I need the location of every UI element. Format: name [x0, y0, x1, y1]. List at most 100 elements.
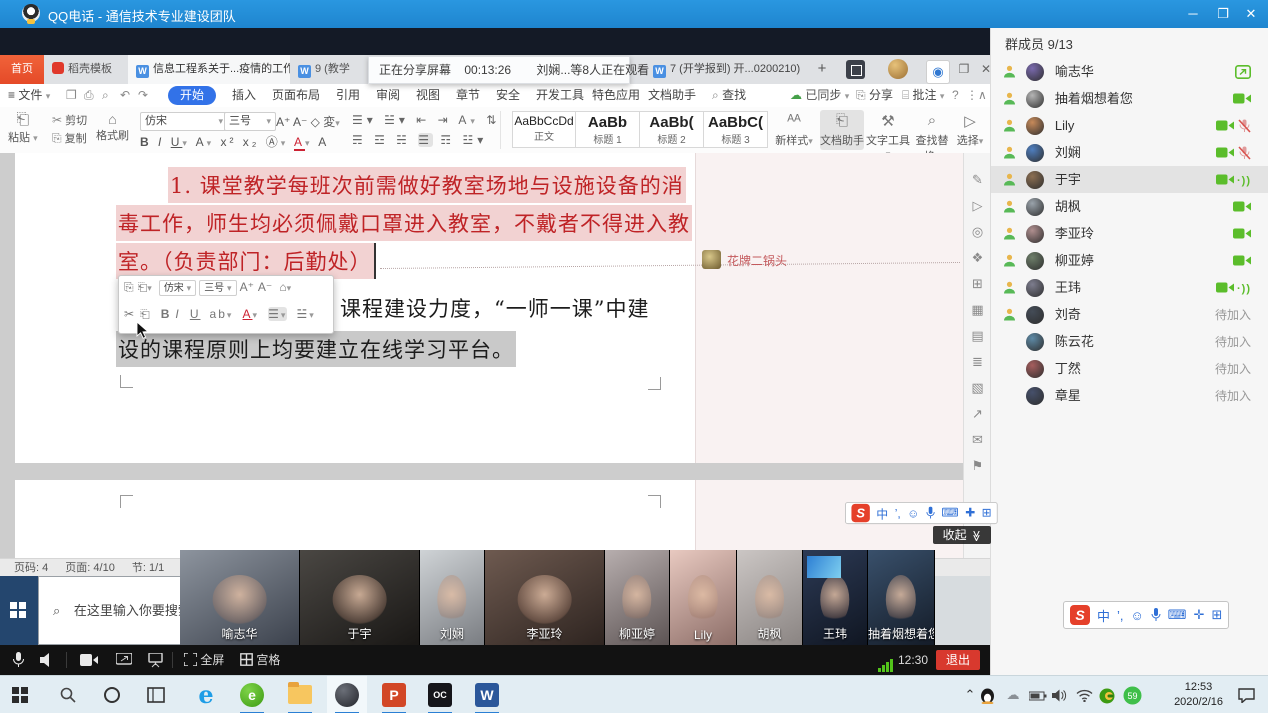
settings-sliders-icon[interactable]: ≣	[964, 349, 991, 375]
comment-author-name[interactable]: 花牌二锅头	[727, 252, 787, 269]
table-icon[interactable]: ⊞	[964, 271, 991, 297]
tab-page-layout[interactable]: 页面布局	[272, 84, 320, 107]
undo-icon[interactable]: ↶	[120, 84, 130, 107]
print-icon[interactable]: ⎙	[84, 84, 94, 107]
member-row[interactable]: 陈云花 待加入	[991, 328, 1268, 355]
font-style-icons[interactable]: B I U▾ A▾ x² x₂ Ⓐ▾ A▾ A	[140, 133, 329, 150]
member-row[interactable]: 章星 待加入	[991, 382, 1268, 409]
mail-icon[interactable]: ✉	[964, 427, 991, 453]
pen-icon[interactable]: ✎	[964, 167, 991, 193]
tab-view[interactable]: 视图	[416, 84, 440, 107]
restore-button[interactable]: ❐	[1208, 0, 1238, 28]
list-icon[interactable]: ☱▾	[296, 307, 315, 321]
member-row[interactable]: 李亚玲	[991, 220, 1268, 247]
video-thumbnail[interactable]: 李亚玲	[485, 550, 605, 645]
member-row[interactable]: Lily	[991, 112, 1268, 139]
qq-app-icon[interactable]	[327, 676, 367, 713]
tray-qq-icon[interactable]	[976, 676, 998, 713]
video-thumbnail[interactable]: 刘娴	[420, 550, 485, 645]
layers-icon[interactable]: ▧	[964, 375, 991, 401]
style-heading1[interactable]: AaBb标题 1	[576, 111, 640, 148]
font-name-select[interactable]: 仿宋 ▾	[140, 112, 228, 131]
tray-wifi-icon[interactable]	[1072, 676, 1096, 713]
video-thumbnail[interactable]: 喻志华	[180, 550, 300, 645]
style-normal[interactable]: AaBbCcDd正文	[512, 111, 576, 148]
start-button[interactable]	[0, 676, 40, 713]
file-menu[interactable]: ≡ 文件 ▾	[8, 84, 50, 107]
wps-restore-button[interactable]: ❐	[952, 55, 976, 84]
align-icon[interactable]: ☰▾	[268, 307, 287, 321]
tab-insert[interactable]: 插入	[232, 84, 256, 107]
tray-badge-59[interactable]: 59	[1120, 676, 1144, 713]
clipboard-icon[interactable]: ⎗	[140, 307, 152, 322]
tab-dev-tools[interactable]: 开发工具	[536, 84, 584, 107]
ime-skin-icon[interactable]: ✚	[965, 506, 975, 521]
tab-wps-home[interactable]: 首页	[0, 55, 44, 84]
format-painter-icon[interactable]: ⌂▾	[279, 280, 291, 294]
ime-keyboard-icon[interactable]: ⌨	[1168, 607, 1187, 623]
sogou-logo-icon[interactable]: S	[1070, 605, 1090, 625]
tab-section[interactable]: 章节	[456, 84, 480, 107]
collapse-button[interactable]: 收起 ≫	[933, 526, 991, 544]
ime-toolbox-icon[interactable]: ⊞	[982, 506, 992, 521]
notification-center-icon[interactable]	[1232, 676, 1260, 713]
tab-document-3[interactable]: W7 (开学报到) 开...0200210)	[645, 55, 800, 84]
collapse-ribbon-icon[interactable]: ∧	[978, 84, 987, 107]
shapes-icon[interactable]: ❖	[964, 245, 991, 271]
grow-font-icon[interactable]: A⁺	[240, 280, 254, 294]
tab-start[interactable]: 开始	[168, 86, 216, 105]
font-color-icon[interactable]: A▾	[243, 307, 260, 321]
format-painter-button[interactable]: ⌂格式刷	[96, 111, 129, 143]
ime-keyboard-icon[interactable]: ⌨	[941, 506, 958, 521]
member-row[interactable]: 胡枫	[991, 193, 1268, 220]
underline-icon[interactable]: U	[190, 307, 201, 321]
stamp-icon[interactable]: ◎	[964, 219, 991, 245]
tab-references[interactable]: 引用	[336, 84, 360, 107]
save-icon[interactable]: ❐	[66, 84, 77, 107]
style-heading2[interactable]: AaBb(标题 2	[640, 111, 704, 148]
location-pin-icon[interactable]: ◉	[926, 60, 950, 84]
member-row[interactable]: 丁然 待加入	[991, 355, 1268, 382]
taskbar-clock[interactable]: 12:53 2020/2/16	[1174, 680, 1223, 710]
list-indent-icons[interactable]: ☰▾ ☱▾ ⇤ ⇥ A▾ ⇅	[352, 113, 500, 127]
member-row[interactable]: 刘奇 待加入	[991, 301, 1268, 328]
taskbar-search-icon[interactable]	[48, 676, 88, 713]
find-replace-button[interactable]: ⌕查找替换▾	[912, 110, 952, 150]
tray-antivirus-icon[interactable]	[1096, 676, 1118, 713]
preview-icon[interactable]: ⌕	[102, 84, 109, 107]
ime-mode-icon[interactable]: 中	[1097, 606, 1110, 625]
font-grow-shrink-icons[interactable]: A⁺ A⁻ ◇ 変▾	[276, 113, 340, 130]
ime-punct-icon[interactable]: ’,	[895, 506, 901, 520]
cortana-icon[interactable]	[92, 676, 132, 713]
word-icon[interactable]: W	[467, 676, 507, 713]
tab-doc-assistant[interactable]: 文档助手	[648, 84, 696, 107]
copy-icon[interactable]: ⎘	[124, 280, 134, 295]
export-icon[interactable]: ↗	[964, 401, 991, 427]
tab-review[interactable]: 审阅	[376, 84, 400, 107]
file-explorer-icon[interactable]	[280, 676, 320, 713]
ime-toolbox-icon[interactable]: ⊞	[1211, 607, 1222, 623]
align-icons[interactable]: ☴ ☲ ☵ ☰ ☶ ☳▾	[352, 133, 487, 147]
italic-icon[interactable]: I	[175, 307, 180, 321]
video-thumbnail[interactable]: 于宇	[300, 550, 420, 645]
fullscreen-button[interactable]: 全屏	[184, 645, 224, 675]
tab-document-active[interactable]: W信息工程系关于...疫情的工作方案	[128, 55, 290, 84]
pointer-icon[interactable]: ▷	[964, 193, 991, 219]
style-heading3[interactable]: AaBbC(标题 3	[704, 111, 768, 148]
ime-emoji-icon[interactable]: ☺	[1131, 608, 1144, 623]
select-button[interactable]: ▷选择▾	[954, 110, 986, 150]
video-thumbnail[interactable]: 王玮	[803, 550, 868, 645]
window-manage-icon[interactable]	[846, 60, 865, 79]
ime-emoji-icon[interactable]: ☺	[907, 506, 919, 520]
member-row[interactable]: 抽着烟想着您	[991, 85, 1268, 112]
ime-mic-icon[interactable]	[926, 507, 935, 520]
highlight-icon[interactable]: ab▾	[210, 307, 234, 321]
tray-battery-icon[interactable]	[1026, 676, 1050, 713]
cut-icon[interactable]: ✂	[124, 307, 136, 321]
tab-docer-templates[interactable]: 稻壳模板	[44, 55, 128, 84]
tab-security[interactable]: 安全	[496, 84, 520, 107]
ime-mic-icon[interactable]	[1151, 608, 1161, 622]
member-row[interactable]: 刘娴	[991, 139, 1268, 166]
video-thumbnail[interactable]: Lily	[670, 550, 737, 645]
copy-button[interactable]: ⎘ 复制	[52, 130, 87, 146]
